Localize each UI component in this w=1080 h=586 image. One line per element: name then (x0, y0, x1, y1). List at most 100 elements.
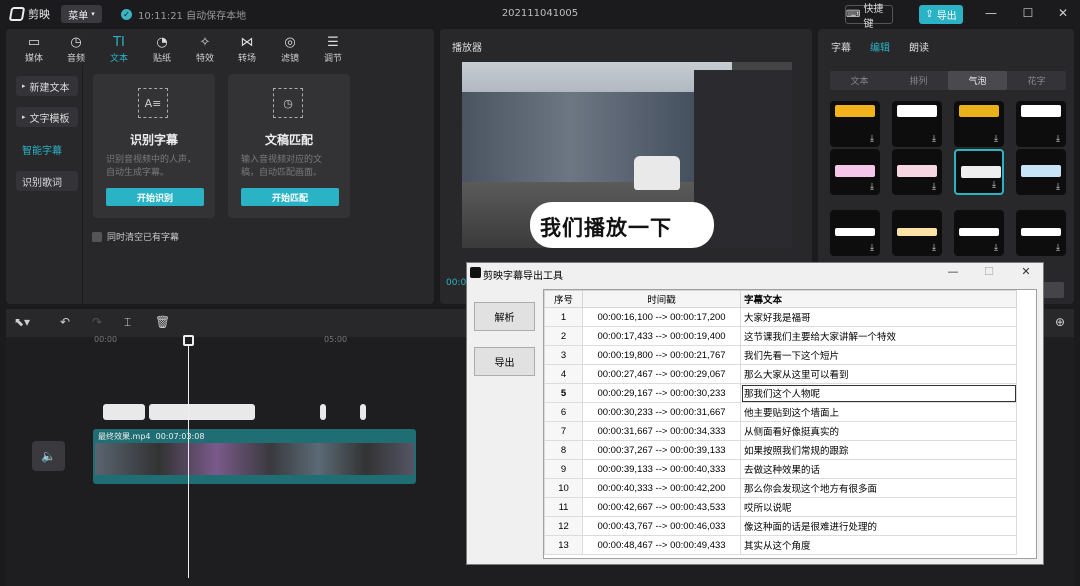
minimize-icon[interactable]: — (943, 265, 963, 278)
split-icon[interactable]: ⌶ (124, 315, 131, 330)
subnav-smart-subtitle[interactable]: 智能字幕 (16, 139, 78, 159)
cell-time[interactable]: 00:00:31,667 --> 00:00:34,333 (582, 421, 741, 441)
tool-media[interactable]: ▭ 媒体 (17, 34, 51, 64)
start-recognize-button[interactable]: 开始识别 (106, 188, 204, 206)
tab-edit[interactable]: 编辑 (870, 39, 890, 54)
table-row[interactable]: 1 00:00:16,100 --> 00:00:17,200 大家好我是福哥 (544, 307, 1017, 327)
text-track-segment[interactable] (360, 404, 366, 420)
table-row[interactable]: 13 00:00:48,467 --> 00:00:49,433 其实从这个角度 (544, 535, 1017, 555)
bubble-tile[interactable]: ⤓ (830, 101, 880, 147)
close-icon[interactable]: ✕ (1054, 6, 1072, 22)
cell-index[interactable]: 13 (544, 535, 583, 555)
table-row[interactable]: 6 00:00:30,233 --> 00:00:31,667 他主要贴到这个墙面上 (544, 402, 1017, 422)
bubble-tile[interactable]: ⤓ (892, 101, 942, 147)
bubble-tile[interactable]: ⤓ (1016, 149, 1066, 195)
style-tab-fancy[interactable]: 花字 (1007, 71, 1066, 90)
clear-existing-checkbox[interactable]: 同时清空已有字幕 (92, 230, 179, 243)
cell-index[interactable]: 6 (544, 402, 583, 422)
table-row[interactable]: 4 00:00:27,467 --> 00:00:29,067 那么大家从这里可以看… (544, 364, 1017, 384)
table-row[interactable]: 8 00:00:37,267 --> 00:00:39,133 如果按照我们常规的跟… (544, 440, 1017, 460)
tool-effects[interactable]: ✧ 特效 (188, 34, 222, 64)
maximize-icon[interactable]: ☐ (979, 265, 999, 278)
cell-index[interactable]: 7 (544, 421, 583, 441)
cell-text[interactable]: 那我们这个人物呢 (740, 383, 1017, 403)
bubble-tile[interactable]: ⤓ (1016, 101, 1066, 147)
tool-sticker[interactable]: ◔ 贴纸 (145, 34, 179, 64)
playhead[interactable] (188, 338, 189, 578)
cell-time[interactable]: 00:00:37,267 --> 00:00:39,133 (582, 440, 741, 460)
cell-text[interactable]: 其实从这个角度 (740, 535, 1017, 555)
tab-read[interactable]: 朗读 (909, 39, 929, 54)
table-row[interactable]: 2 00:00:17,433 --> 00:00:19,400 这节课我们主要给大家… (544, 326, 1017, 346)
cell-index[interactable]: 10 (544, 478, 583, 498)
delete-icon[interactable]: 🗑 (155, 315, 170, 329)
cell-text[interactable]: 如果按照我们常规的跟踪 (740, 440, 1017, 460)
minimize-icon[interactable]: — (982, 6, 1000, 22)
bubble-tile-selected[interactable]: ⤓ (954, 149, 1004, 195)
cell-text[interactable]: 去做这种效果的话 (740, 459, 1017, 479)
export-srt-button[interactable]: 导出 (474, 347, 535, 376)
bubble-tile[interactable]: ⤓ (1016, 210, 1066, 256)
cell-time[interactable]: 00:00:16,100 --> 00:00:17,200 (582, 307, 741, 327)
table-row[interactable]: 11 00:00:42,667 --> 00:00:43,533 哎所以说呢 (544, 497, 1017, 517)
tool-audio[interactable]: ◷ 音频 (59, 34, 93, 64)
tool-filter[interactable]: ◎ 滤镜 (273, 34, 307, 64)
start-match-button[interactable]: 开始匹配 (241, 188, 339, 206)
column-header-index[interactable]: 序号 (544, 290, 583, 308)
bubble-tile[interactable]: ⤓ (892, 210, 942, 256)
tab-subtitle[interactable]: 字幕 (831, 39, 851, 54)
cell-time[interactable]: 00:00:19,800 --> 00:00:21,767 (582, 345, 741, 365)
cell-index[interactable]: 2 (544, 326, 583, 346)
cell-index[interactable]: 8 (544, 440, 583, 460)
cell-time[interactable]: 00:00:39,133 --> 00:00:40,333 (582, 459, 741, 479)
table-row[interactable]: 5 00:00:29,167 --> 00:00:30,233 那我们这个人物呢 (544, 383, 1017, 403)
cell-time[interactable]: 00:00:43,767 --> 00:00:46,033 (582, 516, 741, 536)
menu-button[interactable]: 菜单 ▾ (61, 5, 102, 23)
cell-time[interactable]: 00:00:48,467 --> 00:00:49,433 (582, 535, 741, 555)
table-row[interactable]: 9 00:00:39,133 --> 00:00:40,333 去做这种效果的话 (544, 459, 1017, 479)
undo-icon[interactable]: ↶ (60, 315, 70, 329)
cell-time[interactable]: 00:00:30,233 --> 00:00:31,667 (582, 402, 741, 422)
table-row[interactable]: 3 00:00:19,800 --> 00:00:21,767 我们先看一下这个短片 (544, 345, 1017, 365)
cell-index[interactable]: 5 (544, 383, 583, 403)
track-mute-button[interactable]: 🔈 (32, 441, 65, 471)
redo-icon[interactable]: ↷ (92, 315, 102, 329)
cell-time[interactable]: 00:00:42,667 --> 00:00:43,533 (582, 497, 741, 517)
subnav-new-text[interactable]: ▸ 新建文本 (16, 76, 78, 96)
cell-text[interactable]: 从侧面看好像挺真实的 (740, 421, 1017, 441)
video-preview[interactable]: 我们播放一下 (462, 62, 792, 248)
table-row[interactable]: 7 00:00:31,667 --> 00:00:34,333 从侧面看好像挺真实的 (544, 421, 1017, 441)
cell-index[interactable]: 4 (544, 364, 583, 384)
cell-text[interactable]: 我们先看一下这个短片 (740, 345, 1017, 365)
cell-index[interactable]: 12 (544, 516, 583, 536)
tool-transition[interactable]: ⋈ 转场 (230, 34, 264, 64)
close-icon[interactable]: ✕ (1016, 265, 1036, 278)
cell-index[interactable]: 1 (544, 307, 583, 327)
subnav-text-template[interactable]: ▸ 文字模板 (16, 107, 78, 127)
bubble-tile[interactable]: ⤓ (830, 149, 880, 195)
zoom-in-icon[interactable]: ⊕ (1055, 315, 1065, 329)
cell-text[interactable]: 大家好我是福哥 (740, 307, 1017, 327)
text-track-segment[interactable] (149, 404, 255, 420)
subnav-lyrics[interactable]: 识别歌词 (16, 171, 78, 191)
checkbox-box[interactable] (92, 231, 102, 242)
text-track-segment[interactable] (103, 404, 145, 420)
cell-text[interactable]: 像这种面的话是很难进行处理的 (740, 516, 1017, 536)
style-tab-arrange[interactable]: 排列 (889, 71, 948, 90)
cell-index[interactable]: 3 (544, 345, 583, 365)
table-row[interactable]: 12 00:00:43,767 --> 00:00:46,033 像这种面的话是很难… (544, 516, 1017, 536)
cell-time[interactable]: 00:00:17,433 --> 00:00:19,400 (582, 326, 741, 346)
bubble-tile[interactable]: ⤓ (830, 210, 880, 256)
cell-time[interactable]: 00:00:27,467 --> 00:00:29,067 (582, 364, 741, 384)
cell-text[interactable]: 那么大家从这里可以看到 (740, 364, 1017, 384)
cell-text[interactable]: 那么你会发现这个地方有很多面 (740, 478, 1017, 498)
cell-text[interactable]: 哎所以说呢 (740, 497, 1017, 517)
playhead-handle[interactable] (183, 335, 194, 346)
cell-time[interactable]: 00:00:40,333 --> 00:00:42,200 (582, 478, 741, 498)
column-header-text[interactable]: 字幕文本 (740, 290, 1017, 308)
style-tab-bubble[interactable]: 气泡 (948, 71, 1007, 90)
export-button[interactable]: ⇪ 导出 (919, 5, 963, 24)
style-tab-text[interactable]: 文本 (830, 71, 889, 90)
text-track-segment[interactable] (320, 404, 326, 420)
bubble-tile[interactable]: ⤓ (954, 101, 1004, 147)
